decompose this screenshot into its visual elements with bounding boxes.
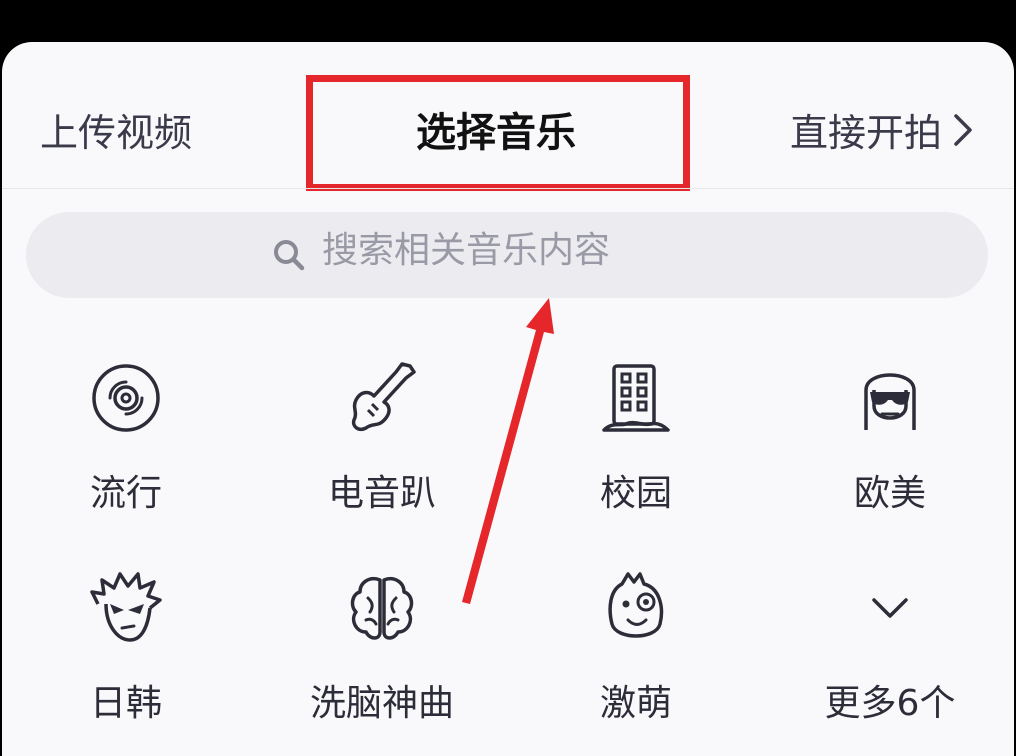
category-cute[interactable]: 激萌 <box>526 570 746 724</box>
chevron-down-icon <box>872 598 908 618</box>
top-tab-bar: 上传视频 选择音乐 直接开拍 <box>2 42 1014 191</box>
category-western[interactable]: 欧美 <box>780 360 1000 514</box>
chevron-right-icon <box>954 113 972 146</box>
search-icon <box>274 240 305 271</box>
category-label: 欧美 <box>853 473 926 514</box>
category-more[interactable]: 更多6个 <box>780 570 1000 724</box>
tab-shoot-directly[interactable]: 直接开拍 <box>790 102 974 157</box>
category-pop[interactable]: 流行 <box>16 360 236 514</box>
vinyl-disc-icon <box>92 364 160 432</box>
cute-creature-icon <box>608 572 664 638</box>
highlight-annotation-box <box>306 75 690 191</box>
category-label: 激萌 <box>599 683 672 724</box>
brain-icon <box>350 577 414 640</box>
anime-boy-icon <box>90 572 162 642</box>
electric-guitar-icon <box>351 362 416 432</box>
category-label: 洗脑神曲 <box>309 683 454 724</box>
category-label: 流行 <box>89 473 162 514</box>
school-building-icon <box>602 364 670 432</box>
header-divider <box>2 188 1014 189</box>
search-input[interactable] <box>322 230 922 271</box>
category-label: 日韩 <box>89 683 162 724</box>
category-brainwash[interactable]: 洗脑神曲 <box>272 570 492 724</box>
music-panel: 上传视频 选择音乐 直接开拍 流行 电音趴 <box>2 42 1014 756</box>
category-edm[interactable]: 电音趴 <box>272 360 492 514</box>
category-label: 更多6个 <box>824 683 956 724</box>
category-label: 电音趴 <box>327 473 436 514</box>
tab-shoot-directly-label: 直接开拍 <box>789 111 942 155</box>
category-label: 校园 <box>599 473 672 514</box>
category-campus[interactable]: 校园 <box>526 360 746 514</box>
tab-upload-video[interactable]: 上传视频 <box>40 102 192 157</box>
search-bar[interactable] <box>26 212 988 298</box>
sunglasses-woman-icon <box>864 373 916 430</box>
category-jpkr[interactable]: 日韩 <box>16 570 236 724</box>
